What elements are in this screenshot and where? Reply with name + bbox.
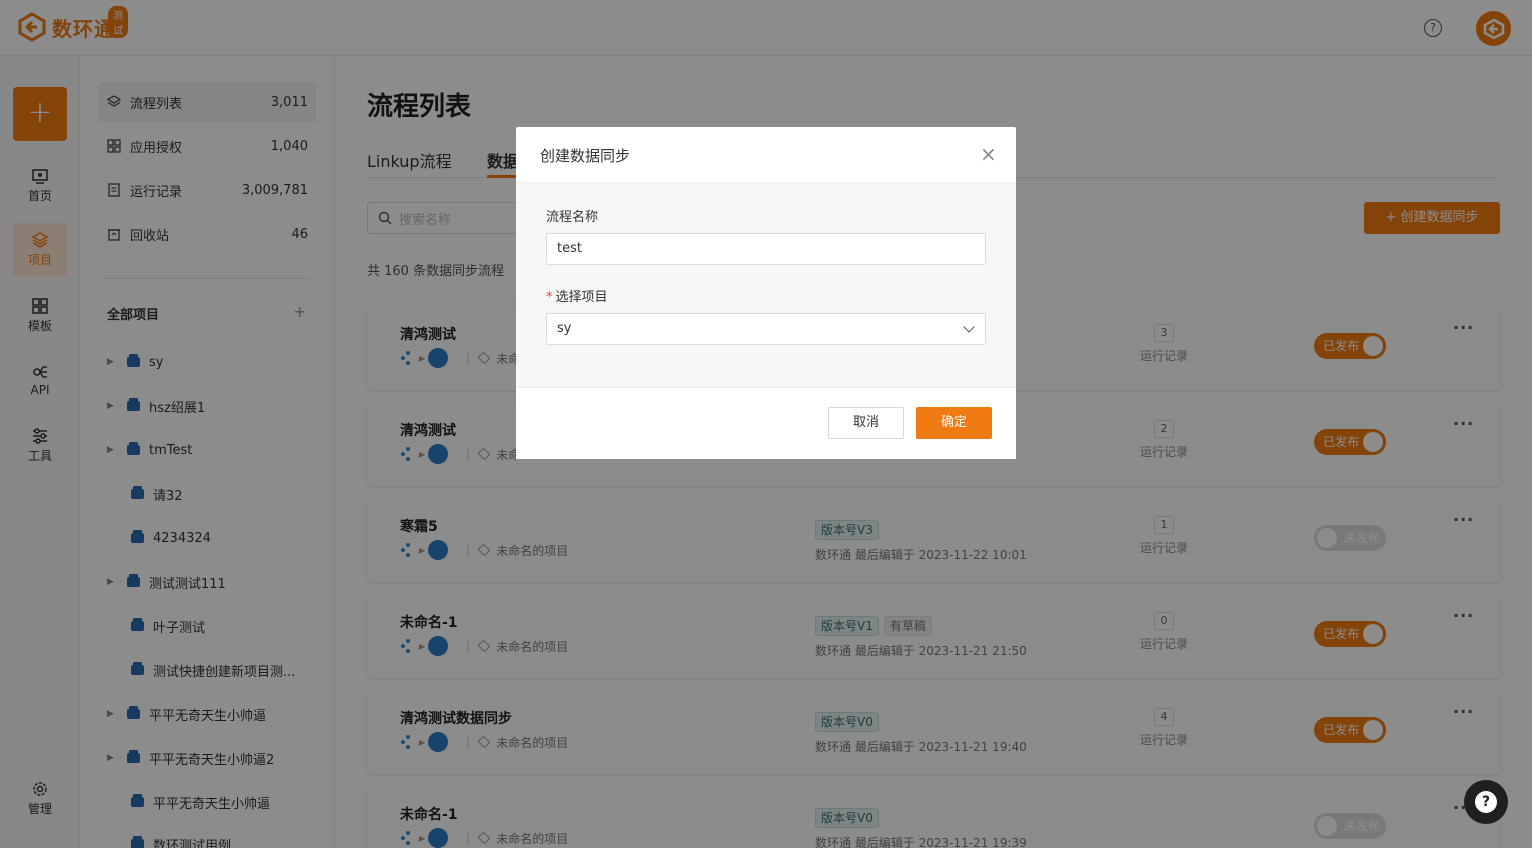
chevron-down-icon [963, 321, 975, 333]
required-mark: * [546, 290, 553, 305]
floating-help-button[interactable]: ? [1464, 780, 1508, 824]
dialog-body: 流程名称 test * 选择项目 sy [516, 183, 1016, 387]
help-icon: ? [1475, 791, 1497, 813]
dialog-title: 创建数据同步 [516, 127, 1016, 183]
flow-name-input[interactable]: test [546, 233, 986, 265]
project-select-value: sy [557, 321, 572, 336]
flow-name-label: 流程名称 [546, 210, 599, 225]
create-sync-dialog: 创建数据同步 × 流程名称 test * 选择项目 sy 取消 确定 [516, 127, 1016, 459]
project-select-label: * 选择项目 [546, 290, 608, 305]
close-icon[interactable]: × [980, 143, 997, 165]
dialog-footer: 取消 确定 [516, 387, 1016, 459]
cancel-button[interactable]: 取消 [828, 407, 904, 439]
confirm-button[interactable]: 确定 [916, 407, 992, 439]
project-select[interactable]: sy [546, 313, 986, 345]
